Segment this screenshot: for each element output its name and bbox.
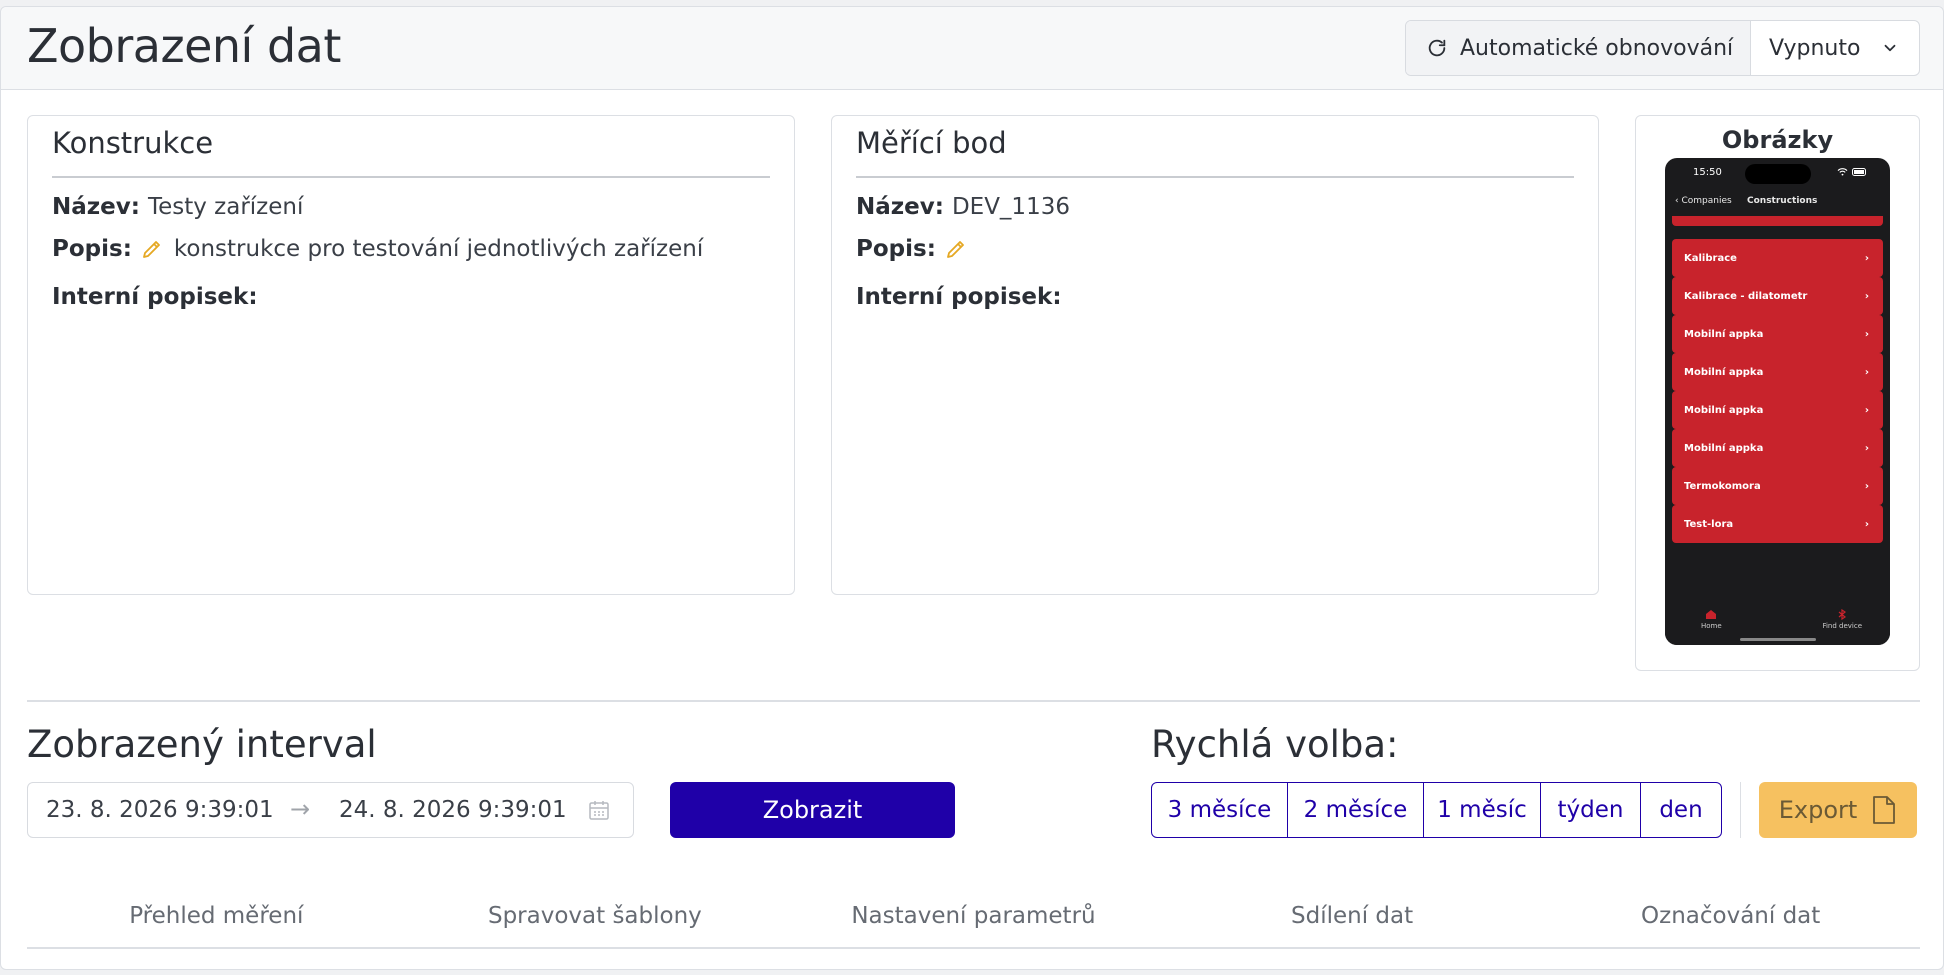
phone-tabbar: Home Find device xyxy=(1665,601,1890,645)
name-label: Název: xyxy=(52,194,140,220)
construction-desc: konstrukce pro testování jednotlivých za… xyxy=(173,236,704,262)
phone-list-item: Mobilní appka › xyxy=(1672,353,1883,391)
export-label: Export xyxy=(1778,796,1858,824)
home-icon xyxy=(1706,610,1717,619)
mp-name-row: Název: DEV_1136 xyxy=(856,194,1070,220)
quick-option-3-months[interactable]: 3 měsíce xyxy=(1152,783,1288,837)
tab-manage-templates[interactable]: Spravovat šablony xyxy=(406,887,785,947)
internal-label: Interní popisek: xyxy=(856,284,1062,310)
mp-internal-row: Interní popisek: xyxy=(856,284,1070,310)
tab-parameter-settings[interactable]: Nastavení parametrů xyxy=(784,887,1163,947)
bluetooth-icon xyxy=(1838,608,1847,621)
quick-option-1-month[interactable]: 1 měsíc xyxy=(1424,783,1541,837)
phone-nav-title: Constructions xyxy=(1747,196,1818,206)
phone-navbar: ‹ Companies Constructions xyxy=(1665,186,1890,216)
card-divider xyxy=(52,176,770,178)
phone-list-item: Mobilní appka › xyxy=(1672,391,1883,429)
auto-refresh-control: Automatické obnovování Vypnuto xyxy=(1405,20,1920,76)
date-to-input[interactable]: 24. 8. 2026 9:39:01 xyxy=(339,797,567,823)
desc-label: Popis: xyxy=(856,236,936,262)
page-header: Zobrazení dat Automatické obnovování Vyp… xyxy=(1,7,1943,90)
date-range-picker[interactable]: 23. 8. 2026 9:39:01 → 24. 8. 2026 9:39:0… xyxy=(27,782,634,838)
quick-select-group: 3 měsíce 2 měsíce 1 měsíc týden den xyxy=(1151,782,1722,838)
desc-label: Popis: xyxy=(52,236,132,262)
export-button[interactable]: Export xyxy=(1759,782,1917,838)
card-divider xyxy=(856,176,1574,178)
construction-desc-row: Popis: konstrukce pro testování jednotli… xyxy=(52,236,703,262)
quick-option-2-months[interactable]: 2 měsíce xyxy=(1288,783,1424,837)
chevron-down-icon xyxy=(1884,44,1896,52)
construction-name: Testy zařízení xyxy=(147,194,304,220)
phone-tab-find-device: Find device xyxy=(1822,608,1862,630)
construction-internal-row: Interní popisek: xyxy=(52,284,266,310)
phone-notch xyxy=(1745,164,1811,184)
tab-data-sharing[interactable]: Sdílení dat xyxy=(1163,887,1542,947)
phone-list-item: Mobilní appka › xyxy=(1672,315,1883,353)
phone-home-indicator xyxy=(1740,638,1816,641)
tab-bar: Přehled měření Spravovat šablony Nastave… xyxy=(27,887,1920,949)
pencil-icon[interactable] xyxy=(944,237,968,261)
name-label: Název: xyxy=(856,194,944,220)
phone-list-item-partial xyxy=(1672,216,1883,226)
construction-name-row: Název: Testy zařízení xyxy=(52,194,303,220)
auto-refresh-value: Vypnuto xyxy=(1769,35,1861,61)
arrow-right-icon: → xyxy=(290,795,311,823)
phone-screenshot-thumbnail[interactable]: 15:50 ‹ Companies Constructions Kalibrac… xyxy=(1665,158,1890,645)
images-title: Obrázky xyxy=(1721,126,1834,154)
vertical-divider xyxy=(1740,782,1741,838)
construction-card: Konstrukce Název: Testy zařízení Popis: … xyxy=(27,115,795,595)
interval-title: Zobrazený interval xyxy=(27,723,377,766)
auto-refresh-button[interactable]: Automatické obnovování xyxy=(1406,21,1751,75)
construction-title: Konstrukce xyxy=(52,126,214,160)
show-button[interactable]: Zobrazit xyxy=(670,782,955,838)
phone-list-item: Kalibrace - dilatometr › xyxy=(1672,277,1883,315)
phone-tab-home: Home xyxy=(1701,609,1722,630)
auto-refresh-select[interactable]: Vypnuto xyxy=(1751,21,1919,75)
page-title: Zobrazení dat xyxy=(27,19,341,73)
wifi-icon xyxy=(1837,168,1848,176)
images-card: Obrázky 15:50 ‹ Companies Constructions … xyxy=(1635,115,1920,671)
mp-desc-row: Popis: xyxy=(856,236,978,262)
section-divider xyxy=(27,700,1920,702)
file-icon xyxy=(1873,796,1896,824)
phone-list-item: Kalibrace › xyxy=(1672,239,1883,277)
phone-list-item: Test-lora › xyxy=(1672,505,1883,543)
pencil-icon[interactable] xyxy=(140,237,164,261)
quick-select-title: Rychlá volba: xyxy=(1151,723,1399,766)
tab-data-labeling[interactable]: Označování dat xyxy=(1541,887,1920,947)
quick-option-week[interactable]: týden xyxy=(1541,783,1641,837)
calendar-icon[interactable] xyxy=(587,798,611,828)
measuring-point-card: Měřící bod Název: DEV_1136 Popis: Intern… xyxy=(831,115,1599,595)
page: Zobrazení dat Automatické obnovování Vyp… xyxy=(0,6,1944,970)
refresh-icon xyxy=(1428,39,1446,57)
phone-back-label: ‹ Companies xyxy=(1675,196,1732,206)
internal-label: Interní popisek: xyxy=(52,284,258,310)
auto-refresh-label: Automatické obnovování xyxy=(1460,35,1734,61)
phone-list-item: Termokomora › xyxy=(1672,467,1883,505)
battery-icon xyxy=(1852,168,1866,176)
quick-option-day[interactable]: den xyxy=(1641,783,1721,837)
phone-status-bar: 15:50 xyxy=(1665,158,1890,186)
date-from-input[interactable]: 23. 8. 2026 9:39:01 xyxy=(46,797,274,823)
mp-name: DEV_1136 xyxy=(951,194,1070,220)
tab-measurement-overview[interactable]: Přehled měření xyxy=(27,887,406,947)
measuring-point-title: Měřící bod xyxy=(856,126,1007,160)
phone-time: 15:50 xyxy=(1693,167,1722,178)
phone-list-item: Mobilní appka › xyxy=(1672,429,1883,467)
